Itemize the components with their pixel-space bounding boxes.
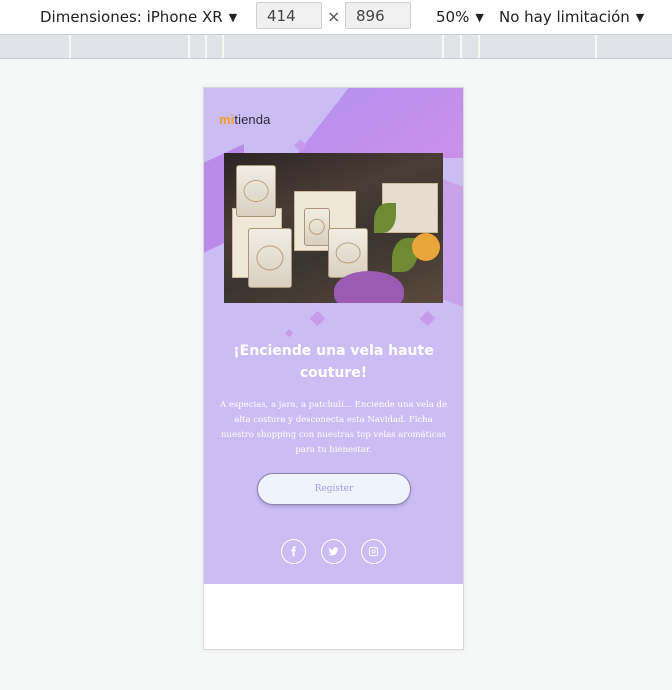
candle <box>236 165 276 217</box>
flower <box>334 271 404 303</box>
times-symbol: × <box>327 7 341 26</box>
width-input[interactable] <box>256 2 322 29</box>
chevron-down-icon: ▼ <box>475 10 484 24</box>
device-toolbar: Dimensiones: iPhone XR ▼ × 50% ▼ No hay … <box>0 0 672 34</box>
email-headline: ¡Enciende una vela haute couture! <box>233 343 434 381</box>
twitter-icon[interactable] <box>321 539 346 564</box>
zoom-selector[interactable]: 50% ▼ <box>436 6 484 28</box>
candle <box>248 228 292 288</box>
diamond-decoration <box>309 310 326 327</box>
device-selector[interactable]: Dimensiones: iPhone XR ▼ <box>40 6 237 28</box>
chevron-down-icon: ▼ <box>228 10 238 24</box>
throttle-label: No hay limitación <box>499 8 630 26</box>
candles-product-image <box>224 153 443 303</box>
instagram-icon[interactable] <box>361 539 386 564</box>
media-query-bar[interactable] <box>0 34 672 59</box>
diamond-decoration <box>284 328 294 338</box>
chevron-down-icon: ▼ <box>635 10 645 24</box>
throttle-selector[interactable]: No hay limitación ▼ <box>499 6 644 28</box>
email-body-text: A especias, a jara, a patchulí... Encien… <box>219 400 448 455</box>
orange-fruit <box>412 233 440 261</box>
register-button[interactable]: Register <box>257 473 411 505</box>
media-query-divider <box>478 35 480 58</box>
diamond-decoration <box>419 310 436 327</box>
media-query-divider <box>188 35 190 58</box>
media-query-divider <box>222 35 224 58</box>
candle <box>304 208 330 246</box>
device-viewport: mitienda ¡Enciende una vela haute coutur… <box>203 87 464 650</box>
media-query-divider <box>205 35 207 58</box>
zoom-label: 50% <box>436 8 470 26</box>
decorative-shape <box>293 88 463 158</box>
media-query-divider <box>595 35 597 58</box>
media-query-divider <box>69 35 71 58</box>
facebook-icon[interactable] <box>281 539 306 564</box>
device-label: Dimensiones: iPhone XR <box>40 8 223 26</box>
social-links <box>204 539 463 565</box>
brand-logo[interactable]: mitienda <box>219 112 270 127</box>
media-query-divider <box>442 35 444 58</box>
email-hero: mitienda ¡Enciende una vela haute coutur… <box>204 88 463 584</box>
media-query-divider <box>460 35 462 58</box>
height-input[interactable] <box>345 2 411 29</box>
